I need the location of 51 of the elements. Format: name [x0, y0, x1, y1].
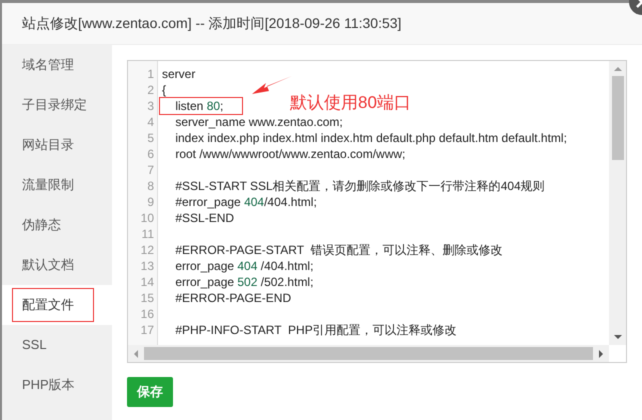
- line-number: 4: [146, 114, 155, 130]
- line-number: 8: [146, 178, 155, 194]
- line-number: 2: [146, 82, 155, 98]
- sidebar-item[interactable]: 配置文件: [2, 285, 112, 325]
- line-number: 6: [146, 146, 155, 162]
- code-line: index index.php index.html index.htm default.php default.htm default.html;: [174, 131, 567, 145]
- scroll-thumb[interactable]: [144, 347, 593, 360]
- scroll-thumb[interactable]: [612, 76, 624, 160]
- line-number: 17: [140, 322, 155, 338]
- line-number: 13: [140, 258, 155, 274]
- code-line: #ERROR-PAGE-START 错误页配置，可以注释、删除或修改: [174, 243, 502, 257]
- line-number: 16: [140, 306, 155, 322]
- code-line: error_page 502 /502.html;: [174, 275, 314, 289]
- code-line: server_name www.zentao.com;: [174, 115, 343, 129]
- sidebar-item[interactable]: 域名管理: [2, 45, 112, 85]
- sidebar-item[interactable]: 默认文档: [2, 245, 112, 285]
- horizontal-scrollbar[interactable]: [128, 345, 609, 362]
- line-number: 7: [146, 162, 155, 178]
- scroll-up-icon[interactable]: [614, 67, 622, 71]
- code-line: #ERROR-PAGE-END: [174, 291, 292, 305]
- code-line: {: [162, 83, 166, 97]
- scroll-right-icon[interactable]: [599, 350, 603, 358]
- line-number: 1: [146, 66, 155, 82]
- line-number: 10: [140, 210, 155, 226]
- line-number: 14: [140, 274, 155, 290]
- scroll-left-icon[interactable]: [134, 350, 138, 358]
- code-line: listen 80;: [174, 99, 224, 113]
- sidebar-item[interactable]: SSL: [2, 325, 112, 365]
- code-editor[interactable]: [127, 60, 627, 363]
- line-number: 3: [146, 98, 155, 114]
- scroll-down-icon[interactable]: [614, 335, 622, 339]
- code-line: error_page 404 /404.html;: [174, 259, 314, 273]
- code-line: #SSL-START SSL相关配置，请勿删除或修改下一行带注释的404规则: [174, 179, 545, 193]
- line-number: 9: [146, 194, 155, 210]
- sidebar-item[interactable]: 伪静态: [2, 205, 112, 245]
- code-line: #SSL-END: [174, 211, 234, 225]
- sidebar-item[interactable]: 流量限制: [2, 165, 112, 205]
- sidebar-item[interactable]: PHP版本: [2, 365, 112, 405]
- window-title: 站点修改[www.zentao.com] -- 添加时间[2018-09-26 11:30:53]: [22, 14, 402, 33]
- code-line: server: [162, 67, 196, 81]
- annotation-text: 默认使用80端口: [290, 92, 411, 114]
- code-line: #error_page 404/404.html;: [174, 195, 317, 209]
- line-number: 12: [140, 242, 155, 258]
- vertical-scrollbar[interactable]: [609, 61, 626, 345]
- sidebar-item[interactable]: 子目录绑定: [2, 85, 112, 125]
- sidebar-item[interactable]: 网站目录: [2, 125, 112, 165]
- code-line: root /www/wwwroot/www.zentao.com/www;: [174, 147, 406, 161]
- line-number: 15: [140, 290, 155, 306]
- line-number: 11: [140, 226, 155, 242]
- line-number: 5: [146, 130, 155, 146]
- code-line: #PHP-INFO-START PHP引用配置，可以注释或修改: [174, 323, 457, 337]
